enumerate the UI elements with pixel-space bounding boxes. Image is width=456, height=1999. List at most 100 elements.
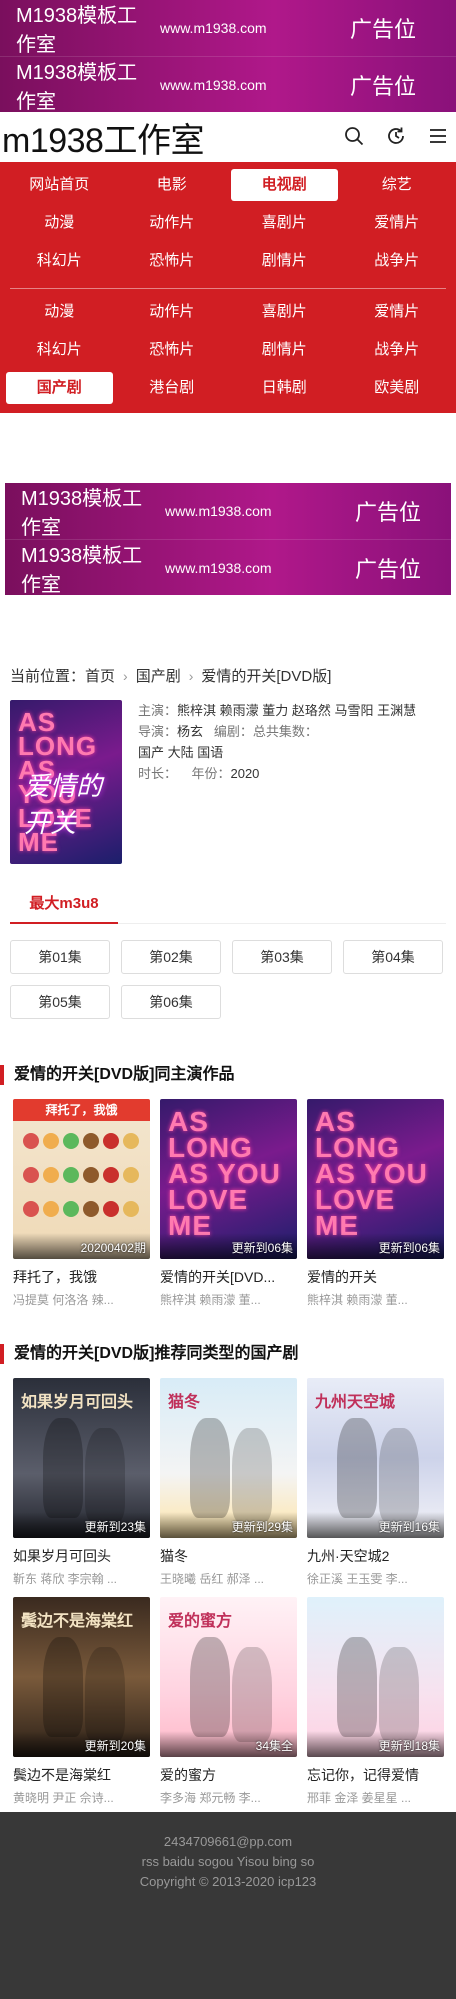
food-dish-illustration: [123, 1201, 139, 1217]
history-icon[interactable]: [386, 126, 406, 146]
nav-item-top[interactable]: 综艺: [344, 169, 451, 201]
episode-button[interactable]: 第06集: [121, 985, 221, 1019]
ad-placeholder-label: 广告位: [350, 17, 417, 42]
nav-item-top[interactable]: 动漫: [6, 207, 113, 239]
nav-item-sub[interactable]: 欧美剧: [344, 372, 451, 404]
video-title[interactable]: 爱情的开关[DVD...: [160, 1267, 297, 1287]
nav-item-sub[interactable]: 恐怖片: [119, 334, 226, 366]
nav-item-top[interactable]: 战争片: [344, 245, 451, 277]
nav-item-top[interactable]: 剧情片: [231, 245, 338, 277]
cast-list: 熊梓淇 赖雨濛 董力 赵珞然 马雪阳 王渊慧: [177, 703, 417, 718]
nav-item-sub[interactable]: 剧情片: [231, 334, 338, 366]
episode-button[interactable]: 第05集: [10, 985, 110, 1019]
video-title[interactable]: 九州·天空城2: [307, 1546, 444, 1566]
video-thumbnail[interactable]: 鬓边不是海棠红更新到20集: [13, 1597, 150, 1757]
video-card[interactable]: 更新到18集 忘记你，记得爱情 邢菲 金泽 姜星星 ...: [307, 1597, 444, 1806]
episode-button[interactable]: 第02集: [121, 940, 221, 974]
footer-email[interactable]: 2434709661@pp.com: [0, 1832, 456, 1852]
video-card[interactable]: 爱的蜜方 34集全 爱的蜜方 李多海 郑元畅 李...: [160, 1597, 297, 1806]
video-card[interactable]: 猫冬 更新到29集猫冬王晓曦 岳红 郝泽 ...: [160, 1378, 297, 1587]
video-card[interactable]: 鬓边不是海棠红 更新到20集 鬓边不是海棠红 黄晓明 尹正 佘诗...: [13, 1597, 150, 1806]
section-title: 爱情的开关[DVD版]推荐同类型的国产剧: [0, 1344, 456, 1364]
breadcrumb: 当前位置：首页 › 国产剧 › 爱情的开关[DVD版]: [0, 665, 456, 686]
video-thumbnail[interactable]: 拜托了，我饿 20200402期: [13, 1099, 150, 1259]
site-header: m1938工作室: [0, 112, 456, 162]
ad-studio-name: M1938模板工作室: [21, 544, 143, 596]
nav-item-top[interactable]: 科幻片: [6, 245, 113, 277]
ad-url: www.m1938.com: [160, 76, 267, 93]
video-poster[interactable]: AS LONG AS YOU LOVE ME 爱情的开关: [10, 700, 122, 864]
poster-figure: [43, 1418, 83, 1518]
site-logo[interactable]: m1938工作室: [0, 113, 204, 162]
poster-figure: [190, 1418, 230, 1518]
footer-links[interactable]: rss baidu sogou Yisou bing so: [0, 1852, 456, 1872]
nav-item-top[interactable]: 动作片: [119, 207, 226, 239]
top-ad-banner[interactable]: M1938模板工作室 www.m1938.com 广告位 M1938模板工作室 …: [0, 0, 456, 112]
video-thumbnail[interactable]: 爱的蜜方 34集全: [160, 1597, 297, 1757]
poster-title: 鬓边不是海棠红: [21, 1613, 134, 1630]
poster-title: AS LONG AS YOU LOVE ME: [168, 1106, 281, 1241]
video-thumbnail[interactable]: 更新到18集: [307, 1597, 444, 1757]
video-actors: 王晓曦 岳红 郝泽 ...: [160, 1572, 265, 1586]
nav-item-sub[interactable]: 动漫: [6, 296, 113, 328]
video-title[interactable]: 猫冬: [160, 1546, 297, 1566]
nav-item-sub[interactable]: 爱情片: [344, 296, 451, 328]
video-grid: 拜托了，我饿 20200402期 拜托了，我饿 冯提莫 何洛洛 辣... AS LONG…: [13, 1099, 446, 1308]
food-dish-illustration: [43, 1167, 59, 1183]
nav-item-top[interactable]: 网站首页: [6, 169, 113, 201]
video-thumbnail[interactable]: 如果岁月可回头 更新到23集: [13, 1378, 150, 1538]
video-thumbnail[interactable]: 猫冬 更新到29集: [160, 1378, 297, 1538]
nav-item-top[interactable]: 爱情片: [344, 207, 451, 239]
video-thumbnail[interactable]: 九州天空城 更新到16集: [307, 1378, 444, 1538]
nav-item-sub[interactable]: 战争片: [344, 334, 451, 366]
director-label: 导演：: [138, 724, 178, 739]
video-actors: 冯提莫 何洛洛 辣...: [13, 1293, 114, 1307]
video-actors: 靳东 蒋欣 李宗翰 ...: [13, 1572, 118, 1586]
footer-copyright: Copyright © 2013-2020 icp123: [139, 1874, 317, 1889]
video-card[interactable]: 拜托了，我饿 20200402期拜托了，我饿冯提莫 何洛洛 辣...: [13, 1099, 150, 1308]
video-title[interactable]: 鬓边不是海棠红: [13, 1765, 150, 1785]
video-title[interactable]: 拜托了，我饿: [13, 1267, 150, 1287]
episode-button[interactable]: 第04集: [343, 940, 443, 974]
breadcrumb-home-link[interactable]: 首页: [85, 668, 115, 685]
nav-item-sub[interactable]: 日韩剧: [231, 372, 338, 404]
food-dish-illustration: [43, 1133, 59, 1149]
tab-source-m3u8[interactable]: 最大m3u8: [10, 884, 118, 924]
video-card[interactable]: 九州天空城 更新到16集 九州·天空城2 徐正溪 王玉雯 李...: [307, 1378, 444, 1587]
video-title[interactable]: 爱情的开关: [307, 1267, 444, 1287]
nav-item-top[interactable]: 电视剧: [231, 169, 338, 201]
video-thumbnail[interactable]: AS LONG AS YOU LOVE ME 更新到06集: [307, 1099, 444, 1259]
nav-item-top[interactable]: 喜剧片: [231, 207, 338, 239]
middle-ad-banner[interactable]: M1938模板工作室 www.m1938.com 广告位 M1938模板工作室 …: [5, 483, 451, 595]
food-dish-illustration: [83, 1167, 99, 1183]
nav-row: 网站首页 电影 电视剧 综艺: [6, 166, 450, 204]
food-dish-illustration: [123, 1133, 139, 1149]
ad-url: www.m1938.com: [160, 20, 267, 36]
episode-button[interactable]: 第03集: [232, 940, 332, 974]
food-dish-illustration: [23, 1167, 39, 1183]
episode-status-badge: 更新到20集: [84, 1739, 146, 1753]
video-card[interactable]: AS LONG AS YOU LOVE ME 更新到06集 爱情的开关 熊梓淇 赖雨濛…: [307, 1099, 444, 1308]
food-dish-illustration: [63, 1201, 79, 1217]
header-icons: [344, 126, 448, 146]
nav-item-top[interactable]: 恐怖片: [119, 245, 226, 277]
ad-line: M1938模板工作室 www.m1938.com 广告位: [0, 0, 456, 56]
menu-icon[interactable]: [428, 126, 448, 146]
video-card[interactable]: 如果岁月可回头 更新到23集如果岁月可回头靳东 蒋欣 李宗翰 ...: [13, 1378, 150, 1587]
writer-label: 编剧：: [213, 724, 253, 739]
breadcrumb-category-link[interactable]: 国产剧: [136, 665, 181, 686]
video-title[interactable]: 爱的蜜方: [160, 1765, 297, 1785]
video-title[interactable]: 忘记你，记得爱情: [307, 1765, 444, 1785]
video-thumbnail[interactable]: AS LONG AS YOU LOVE ME 更新到06集: [160, 1099, 297, 1259]
nav-item-sub[interactable]: 国产剧: [6, 372, 113, 404]
search-icon[interactable]: [344, 126, 364, 146]
nav-item-top[interactable]: 电影: [119, 169, 226, 201]
video-card[interactable]: AS LONG AS YOU LOVE ME 更新到06集爱情的开关[DVD...…: [160, 1099, 297, 1308]
nav-item-sub[interactable]: 科幻片: [6, 334, 113, 366]
video-title[interactable]: 如果岁月可回头: [13, 1546, 150, 1566]
episode-button[interactable]: 第01集: [10, 940, 110, 974]
nav-item-sub[interactable]: 动作片: [119, 296, 226, 328]
nav-item-sub[interactable]: 喜剧片: [231, 296, 338, 328]
nav-item-sub[interactable]: 港台剧: [119, 372, 226, 404]
breadcrumb-current: 爱情的开关[DVD版]: [201, 668, 332, 685]
